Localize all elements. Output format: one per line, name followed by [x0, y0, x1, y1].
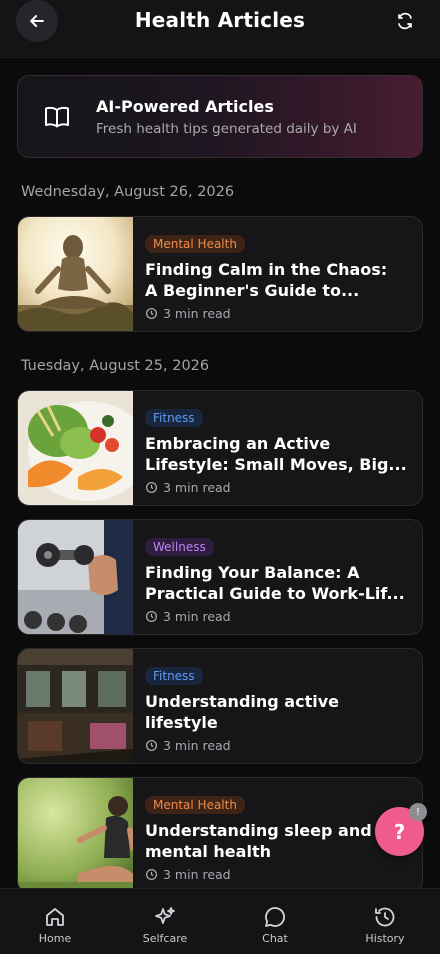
article-thumbnail	[18, 391, 133, 505]
read-time-text: 3 min read	[163, 480, 231, 495]
date-header: Tuesday, August 25, 2026	[21, 358, 210, 374]
read-time: 3 min read	[145, 609, 414, 624]
nav-label: Chat	[262, 932, 288, 945]
read-time-text: 3 min read	[163, 609, 231, 624]
arrow-left-icon	[30, 15, 44, 27]
nav-history[interactable]: History	[330, 889, 440, 954]
banner-subtitle: Fresh health tips generated daily by AI	[96, 120, 357, 137]
article-card[interactable]: Wellness Finding Your Balance: A Practic…	[17, 519, 423, 635]
read-time-text: 3 min read	[163, 738, 231, 753]
notification-badge: !	[409, 803, 427, 821]
chat-bubble-icon	[265, 907, 285, 927]
nav-chat[interactable]: Chat	[220, 889, 330, 954]
article-thumbnail	[18, 649, 133, 763]
home-icon	[46, 908, 64, 926]
sparkles-icon	[155, 907, 175, 924]
clock-icon	[145, 307, 158, 320]
read-time: 3 min read	[145, 480, 414, 495]
article-card[interactable]: Mental Health Finding Calm in the Chaos:…	[17, 216, 423, 332]
page-title: Health Articles	[134, 7, 306, 32]
article-title: Embracing an Active Lifestyle: Small Mov…	[145, 434, 407, 474]
article-card[interactable]: Fitness Embracing an Active Lifestyle: S…	[17, 390, 423, 506]
clock-icon	[145, 610, 158, 623]
refresh-button[interactable]	[392, 8, 418, 34]
nav-label: Home	[38, 932, 72, 945]
article-thumbnail	[18, 778, 133, 892]
article-thumbnail	[18, 217, 133, 331]
nav-label: Selfcare	[142, 932, 188, 945]
article-title: Finding Your Balance: A Practical Guide …	[145, 563, 405, 603]
app-header: Health Articles	[0, 0, 440, 58]
clock-icon	[145, 481, 158, 494]
history-icon	[375, 907, 395, 927]
open-book-icon	[18, 106, 96, 128]
clock-icon	[145, 739, 158, 752]
read-time: 3 min read	[145, 306, 414, 321]
clock-icon	[145, 868, 158, 881]
bottom-navigation: Home Selfcare Chat History	[0, 888, 440, 954]
read-time-text: 3 min read	[163, 867, 231, 882]
back-button[interactable]	[16, 0, 58, 42]
nav-home[interactable]: Home	[0, 889, 110, 954]
nav-selfcare[interactable]: Selfcare	[110, 889, 220, 954]
category-tag: Wellness	[145, 538, 214, 556]
article-title: Understanding active lifestyle	[145, 692, 339, 732]
article-title: Finding Calm in the Chaos: A Beginner's …	[145, 260, 388, 300]
read-time-text: 3 min read	[163, 306, 231, 321]
ai-articles-banner: AI-Powered Articles Fresh health tips ge…	[17, 75, 423, 158]
article-card[interactable]: Fitness Understanding active lifestyle 3…	[17, 648, 423, 764]
banner-title: AI-Powered Articles	[96, 96, 274, 116]
read-time: 3 min read	[145, 738, 414, 753]
refresh-icon	[398, 12, 412, 30]
read-time: 3 min read	[145, 867, 414, 882]
article-title: Understanding sleep and mental health	[145, 821, 372, 861]
article-thumbnail	[18, 520, 133, 634]
article-card[interactable]: Mental Health Understanding sleep and me…	[17, 777, 423, 893]
category-tag: Mental Health	[145, 796, 245, 814]
date-header: Wednesday, August 26, 2026	[21, 184, 235, 200]
category-tag: Mental Health	[145, 235, 245, 253]
category-tag: Fitness	[145, 409, 203, 427]
nav-label: History	[365, 932, 405, 945]
question-mark-icon: ?	[393, 819, 406, 844]
category-tag: Fitness	[145, 667, 203, 685]
